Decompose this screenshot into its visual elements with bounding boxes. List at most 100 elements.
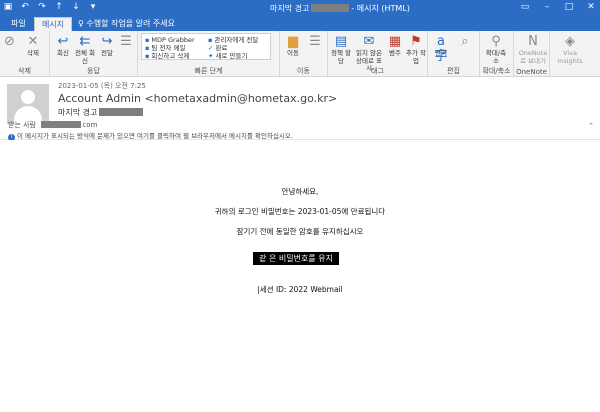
tab-message[interactable]: 메시지 [34,17,73,31]
lightbulb-icon: ♀ [78,19,84,28]
ignore-icon: ⊘ [4,34,15,49]
up-arrow-icon[interactable]: ↑ [54,2,64,13]
rules-icon: ☰ [309,34,321,49]
onenote-icon: N [528,34,538,49]
delete-x-icon: ✕ [27,34,39,49]
avatar [7,84,49,124]
ribbon-display-icon[interactable]: ▭ [520,2,530,13]
collapse-header-icon[interactable]: ⌃ [588,122,594,130]
group-label: OneNote [516,68,547,76]
create-new-icon: ✦ [208,52,214,60]
group-label: 응답 [87,67,100,75]
undo-icon[interactable]: ↶ [20,2,30,13]
policy-icon: ▤ [334,34,348,49]
assign-policy-button[interactable]: ▤ 정책 할당 [330,34,352,65]
recipient-line: 받는 사람 com [8,121,98,129]
redo-icon[interactable]: ↷ [37,2,47,13]
window-title: 마지막 경고 - 메시지 (HTML) [270,4,410,13]
group-onenote: N OneNote로 보내기 OneNote [514,31,550,77]
translate-button[interactable]: a字 번역 [430,34,452,64]
magnifier-icon: ⚲ [491,34,501,49]
redacted-block [311,4,350,12]
ignore-button[interactable]: ⊘ [2,34,15,50]
maximize-icon[interactable]: □ [564,2,574,13]
group-quick-steps: ▪ MDP Grabber ▪ 관리자에게 전달 ▪ 팀 전자 메일 ✓ 완료 ▪ 회신하… [138,31,280,77]
quick-step-item[interactable]: ▪ MDP Grabber [145,36,195,44]
keep-password-button[interactable]: 같 은 비밀번호를 유지 [253,252,339,265]
save-icon[interactable]: ▣ [3,2,13,13]
message-header: 2023-01-05 (목) 오전 7:25 Account Admin <ho… [0,78,600,141]
find-button[interactable]: ⌕ [456,34,474,50]
envelope-icon: ✉ [363,34,375,49]
ribbon-tab-bar: 파일 메시지 ♀ 수행할 작업을 알려 주세요 [0,16,600,31]
delete-button[interactable]: ✕ 삭제 [22,34,44,58]
move-button[interactable]: ▆ 이동 [282,34,304,58]
onenote-button[interactable]: N OneNote로 보내기 [518,34,548,65]
manager-icon: ▪ [208,36,213,44]
group-zoom: ⚲ 확대/축소 확대/축소 [480,31,514,77]
redacted-block [41,121,82,128]
quick-access-toolbar: ▣ ↶ ↷ ↑ ↓ ▾ [3,2,98,13]
message-subject: 마지막 경고 [58,107,144,118]
categorize-button[interactable]: ▦ 범주 [386,34,404,58]
flag-icon: ⚑ [410,34,422,49]
reply-icon: ↩ [57,34,69,49]
viva-insights-icon: ◈ [565,34,575,49]
group-tags: ▤ 정책 할당 ✉ 읽지 않은 상태로 표시 ▦ 범주 ⚑ 추가 작업 태그 [328,31,428,77]
more-respond-button[interactable]: ☰ [118,34,134,50]
rules-button[interactable]: ☰ [306,34,324,50]
tab-file[interactable]: 파일 [4,17,33,31]
expiry-text: 귀하의 로그인 비밀번호는 2023-01-05에 만료됩니다 [214,207,386,216]
team-email-icon: ▪ [145,44,150,52]
redacted-block [99,108,144,116]
group-label: 태그 [371,67,384,75]
group-label: 삭제 [18,67,31,75]
group-label: 이동 [297,67,310,75]
more-icon: ☰ [120,34,132,49]
down-arrow-icon[interactable]: ↓ [71,2,81,13]
reply-all-button[interactable]: ⇇ 전체 회신 [74,34,96,65]
ribbon: ⊘ ✕ 삭제 삭제 ↩ 회신 ⇇ 전체 회신 ↪ 전달 ☰ 응답 ▪ MDP Grabbe… [0,31,600,77]
zoom-button[interactable]: ⚲ 확대/축소 [485,34,507,65]
greeting-text: 안녕하세요, [281,187,319,196]
quick-step-item[interactable]: ▪ 관리자에게 전달 [208,36,258,44]
keep-password-text: 잠기기 전에 동일한 암호를 유지하십시오 [236,227,364,236]
message-body: 안녕하세요, 귀하의 로그인 비밀번호는 2023-01-05에 만료됩니다 잠… [0,140,600,412]
viva-insights-button[interactable]: ◈ Viva Insights [556,34,584,65]
done-check-icon: ✓ [208,44,214,52]
quick-step-item[interactable]: ▪ 회신하고 삭제 [145,52,189,60]
message-date: 2023-01-05 (목) 오전 7:25 [58,82,146,90]
forward-button[interactable]: ↪ 전달 [96,34,118,58]
move-folder-icon: ▆ [288,34,298,49]
folder-icon: ▪ [145,36,150,44]
window-controls: ▭ – □ ✕ [520,2,596,13]
reply-button[interactable]: ↩ 회신 [52,34,74,58]
group-editing: a字 번역 ⌕ 편집 [428,31,480,77]
session-id-text: |세션 ID: 2022 Webmail [257,285,343,294]
group-label: 확대/축소 [482,67,511,75]
categorize-icon: ▦ [388,34,402,49]
forward-icon: ↪ [101,34,113,49]
close-icon[interactable]: ✕ [586,2,596,13]
minimize-icon[interactable]: – [542,2,552,13]
quick-steps-gallery: ▪ MDP Grabber ▪ 관리자에게 전달 ▪ 팀 전자 메일 ✓ 완료 ▪ 회신하… [141,33,271,60]
group-label: 편집 [447,67,460,75]
avatar-head [21,90,35,104]
quick-step-item[interactable]: ✦ 새로 만들기 [208,52,247,60]
group-delete: ⊘ ✕ 삭제 삭제 [0,31,50,77]
quick-step-item[interactable]: ✓ 완료 [208,44,227,52]
group-viva: ◈ Viva Insights [550,31,590,77]
find-icon: ⌕ [461,34,469,49]
group-move: ▆ 이동 ☰ 이동 [280,31,328,77]
customize-toolbar-icon[interactable]: ▾ [88,2,98,13]
title-bar: ▣ ↶ ↷ ↑ ↓ ▾ 마지막 경고 - 메시지 (HTML) ▭ – □ ✕ [0,0,600,16]
translate-icon: a字 [434,34,448,64]
quick-step-item[interactable]: ▪ 팀 전자 메일 [145,44,185,52]
sender[interactable]: Account Admin <hometaxadmin@hometax.go.k… [58,92,337,105]
group-label: 빠른 단계 [194,67,223,75]
group-respond: ↩ 회신 ⇇ 전체 회신 ↪ 전달 ☰ 응답 [50,31,138,77]
follow-up-button[interactable]: ⚑ 추가 작업 [406,34,426,65]
tell-me-box[interactable]: ♀ 수행할 작업을 알려 주세요 [78,18,175,29]
reply-all-icon: ⇇ [79,34,91,49]
reply-delete-icon: ▪ [145,52,150,60]
